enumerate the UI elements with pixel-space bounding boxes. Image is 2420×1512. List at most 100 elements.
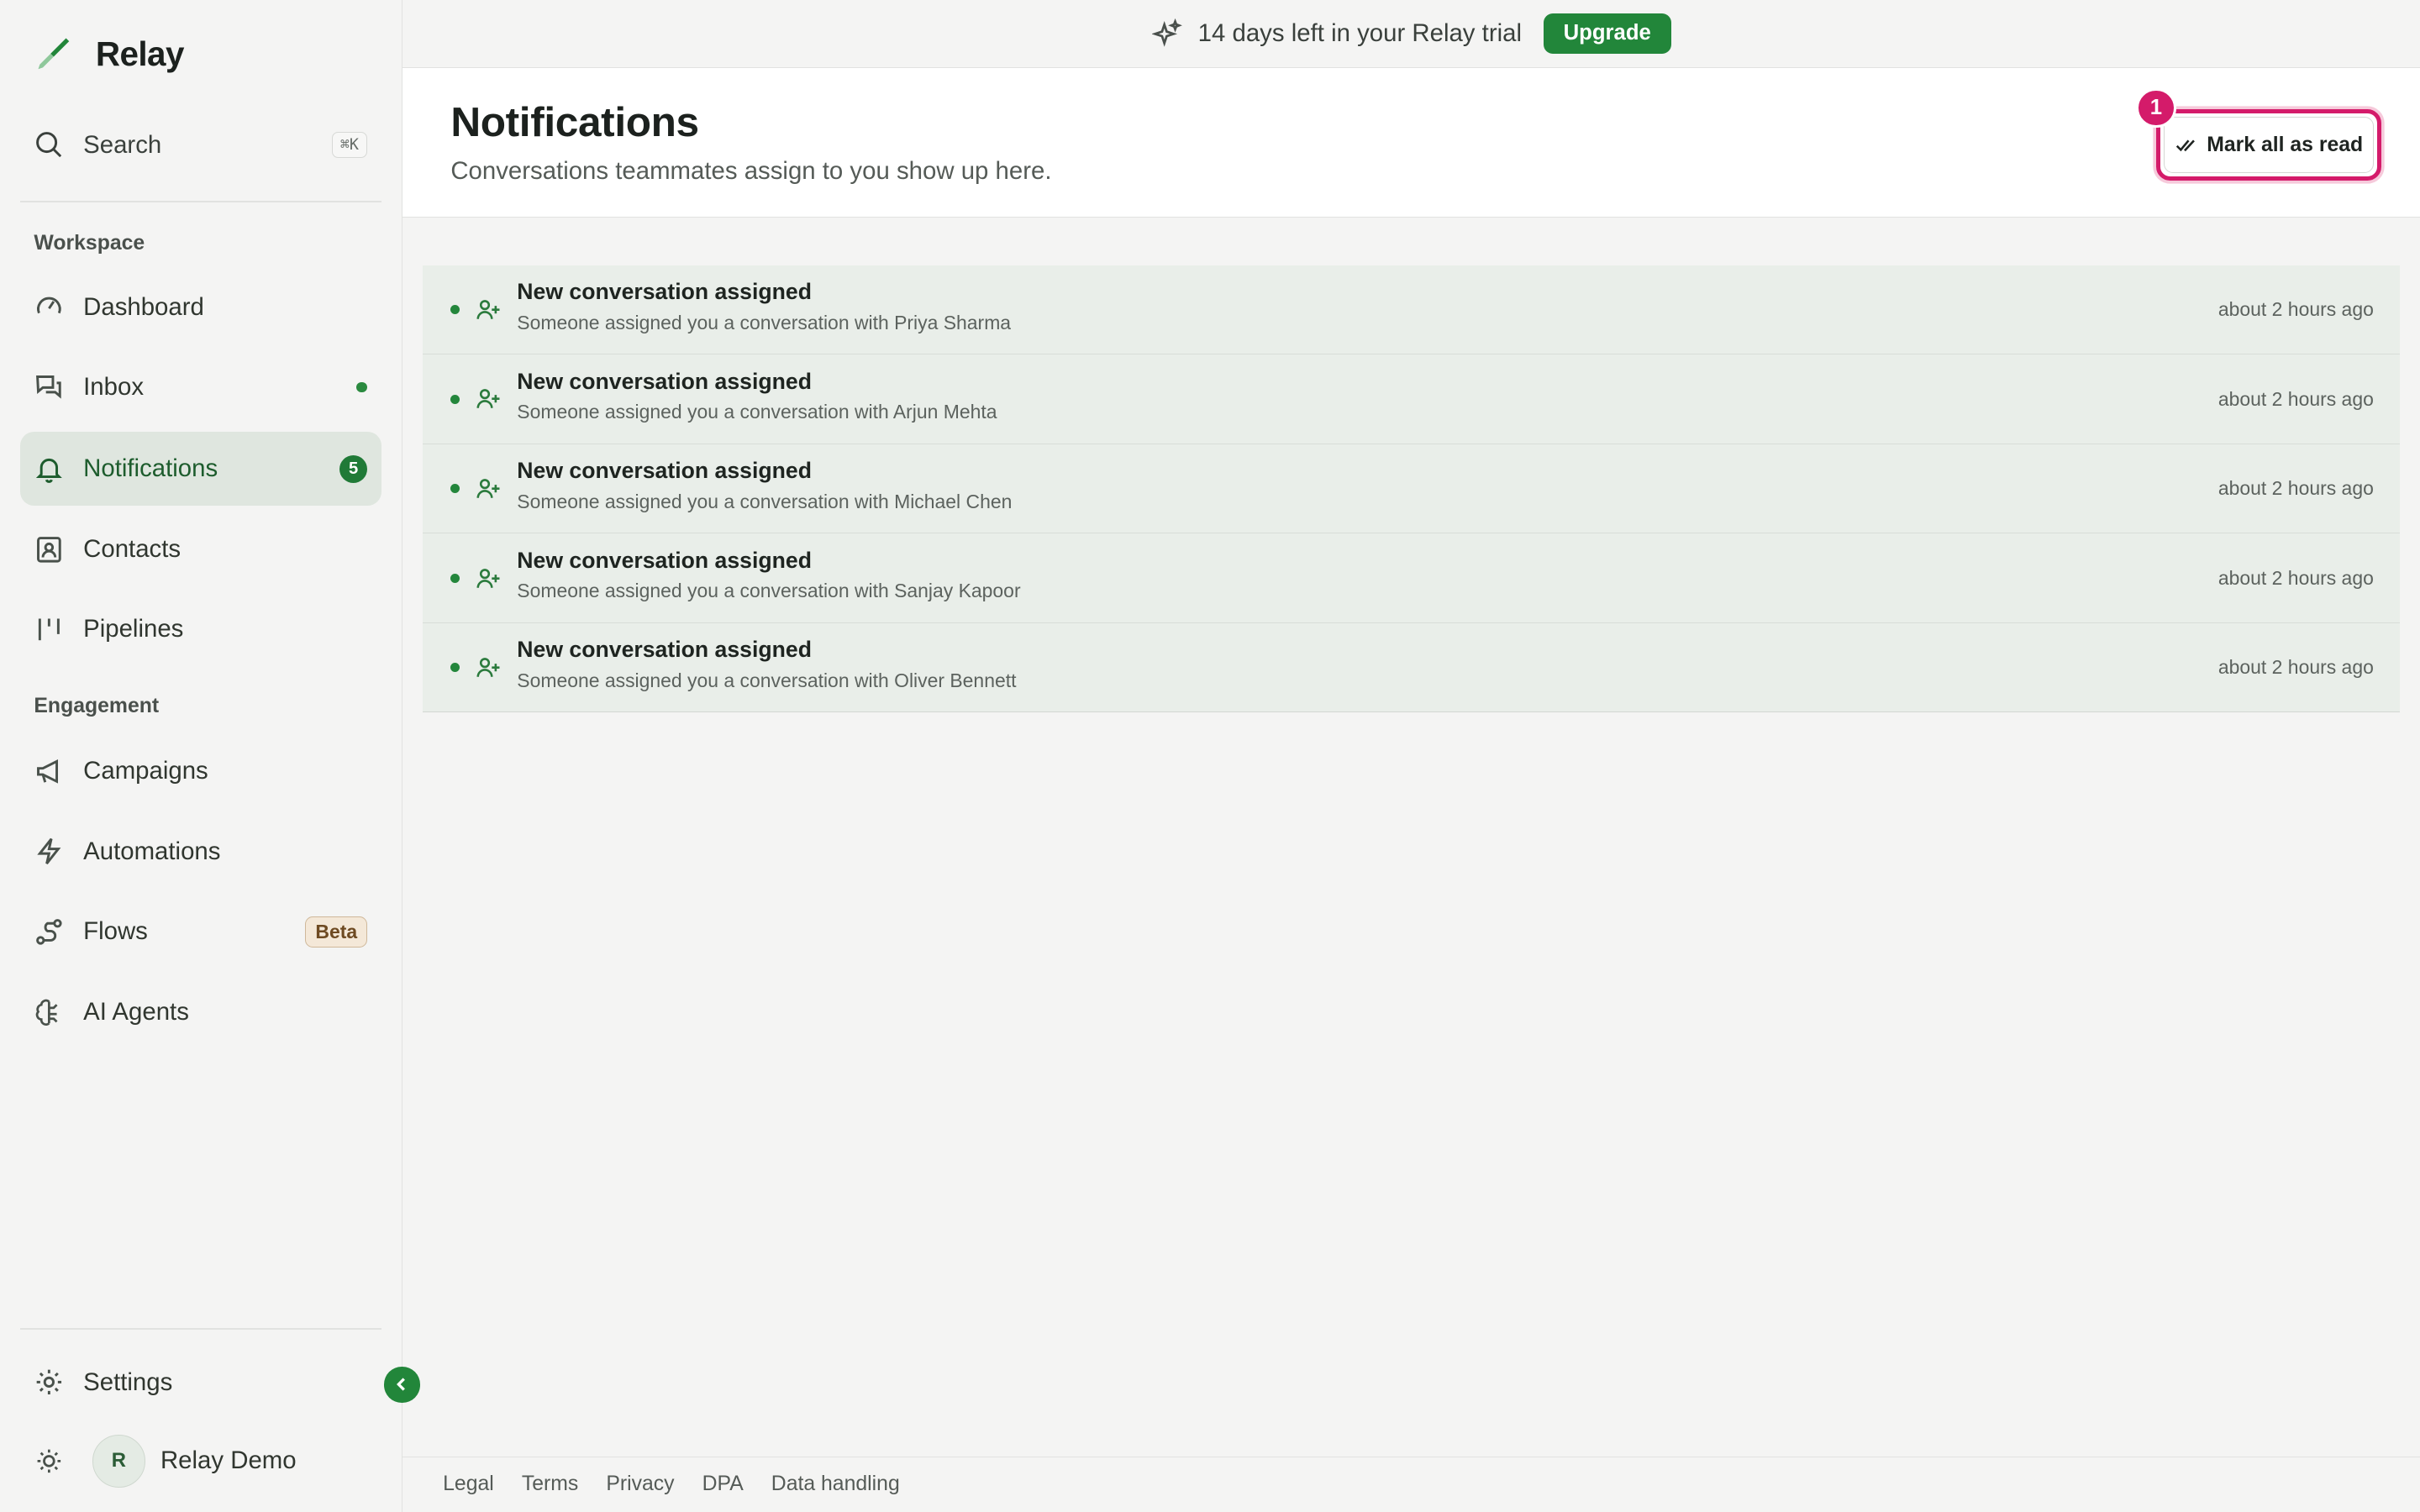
page-title: Notifications (450, 97, 699, 145)
lightning-icon (34, 836, 65, 867)
contact-card-icon (34, 534, 65, 565)
notification-row[interactable]: New conversation assigned Someone assign… (423, 265, 2401, 355)
footer-link-dpa[interactable]: DPA (702, 1473, 744, 1496)
notification-title: New conversation assigned (517, 458, 812, 484)
sidebar-item-label: Automations (83, 837, 221, 865)
section-label-workspace: Workspace (34, 231, 145, 255)
unread-dot (450, 573, 460, 583)
notification-description: Someone assigned you a conversation with… (517, 311, 1012, 333)
sidebar-item-automations[interactable]: Automations (20, 815, 381, 889)
sidebar: Relay Search ⌘K Workspace Dashboard Inbo… (0, 0, 403, 1512)
megaphone-icon (34, 756, 65, 787)
user-plus-icon (476, 476, 500, 501)
sidebar-item-pipelines[interactable]: Pipelines (20, 592, 381, 666)
upgrade-button[interactable]: Upgrade (1543, 13, 1671, 54)
sidebar-item-label: Contacts (83, 534, 182, 563)
mark-all-label: Mark all as read (2207, 133, 2364, 156)
chat-bubbles-icon (34, 372, 65, 403)
chevron-left-icon (392, 1375, 411, 1394)
mark-all-as-read-button[interactable]: Mark all as read (2163, 117, 2375, 174)
app-name: Relay (95, 34, 185, 73)
notification-row[interactable]: New conversation assigned Someone assign… (423, 444, 2401, 534)
user-menu[interactable]: R Relay Demo (34, 1435, 297, 1488)
section-label-engagement: Engagement (34, 694, 160, 717)
footer-link-legal[interactable]: Legal (443, 1473, 494, 1496)
unread-dot (450, 484, 460, 494)
notification-description: Someone assigned you a conversation with… (517, 580, 1021, 602)
sidebar-bottom-divider (19, 1328, 381, 1331)
mark-all-highlight: Mark all as read (2155, 109, 2382, 181)
pipeline-columns-icon (34, 614, 65, 645)
notification-time: about 2 hours ago (2217, 387, 2374, 410)
notification-time: about 2 hours ago (2217, 656, 2374, 679)
notification-text: New conversation assigned Someone assign… (517, 458, 1012, 512)
collapse-sidebar-button[interactable] (384, 1367, 420, 1403)
user-plus-icon (476, 386, 500, 411)
unread-dot (450, 394, 460, 404)
notification-title: New conversation assigned (517, 279, 812, 305)
search-label: Search (83, 130, 162, 159)
sidebar-item-inbox[interactable]: Inbox (20, 350, 381, 424)
notification-time: about 2 hours ago (2217, 298, 2374, 321)
trial-banner: 14 days left in your Relay trial Upgrade (402, 0, 2420, 68)
notification-row[interactable]: New conversation assigned Someone assign… (423, 533, 2401, 623)
footer-link-terms[interactable]: Terms (522, 1473, 578, 1496)
footer: Legal Terms Privacy DPA Data handling (402, 1456, 2420, 1512)
sidebar-item-settings[interactable]: Settings (34, 1367, 172, 1398)
sidebar-item-label: Flows (83, 917, 148, 946)
sidebar-item-label: Campaigns (83, 757, 208, 785)
sidebar-item-label: AI Agents (83, 997, 189, 1026)
search-shortcut: ⌘K (331, 132, 368, 158)
gauge-icon (34, 291, 65, 323)
gear-icon (34, 1367, 65, 1398)
step-badge: 1 (2135, 87, 2176, 129)
sidebar-item-label: Inbox (83, 373, 145, 401)
notification-text: New conversation assigned Someone assign… (517, 637, 1016, 691)
double-check-icon (2175, 134, 2196, 156)
brain-icon (34, 997, 65, 1028)
brand[interactable]: Relay (34, 34, 185, 74)
sidebar-item-dashboard[interactable]: Dashboard (20, 270, 381, 344)
theme-toggle-sun-icon[interactable] (34, 1446, 65, 1477)
sidebar-divider (19, 200, 381, 202)
notification-title: New conversation assigned (517, 637, 812, 663)
notifications-list: New conversation assigned Someone assign… (423, 265, 2401, 713)
notification-row[interactable]: New conversation assigned Someone assign… (423, 622, 2401, 713)
user-name: Relay Demo (160, 1446, 297, 1475)
footer-link-privacy[interactable]: Privacy (606, 1473, 674, 1496)
notifications-count-badge: 5 (339, 454, 368, 483)
trial-text: 14 days left in your Relay trial (1197, 18, 1522, 47)
notification-text: New conversation assigned Someone assign… (517, 548, 1020, 602)
user-plus-icon (476, 566, 500, 591)
notification-time: about 2 hours ago (2217, 566, 2374, 589)
user-plus-icon (476, 297, 500, 322)
sidebar-item-label: Notifications (83, 454, 218, 483)
search-button[interactable]: Search ⌘K (34, 123, 368, 166)
footer-link-data-handling[interactable]: Data handling (771, 1473, 900, 1496)
notification-description: Someone assigned you a conversation with… (517, 401, 997, 423)
notification-time: about 2 hours ago (2217, 477, 2374, 500)
search-icon (34, 129, 65, 160)
sidebar-item-ai-agents[interactable]: AI Agents (20, 975, 381, 1049)
sidebar-item-label: Pipelines (83, 615, 184, 643)
sidebar-item-label: Dashboard (83, 292, 204, 321)
page-header: Notifications Conversations teammates as… (402, 67, 2420, 218)
notification-row[interactable]: New conversation assigned Someone assign… (423, 354, 2401, 444)
sidebar-item-campaigns[interactable]: Campaigns (20, 734, 381, 808)
avatar: R (92, 1435, 145, 1488)
inbox-unread-indicator (356, 381, 368, 393)
notification-title: New conversation assigned (517, 547, 812, 573)
flow-nodes-icon (34, 916, 65, 948)
unread-dot (450, 305, 460, 315)
sidebar-item-notifications[interactable]: Notifications 5 (19, 432, 381, 507)
bell-icon (34, 454, 65, 485)
sidebar-item-contacts[interactable]: Contacts (20, 512, 381, 586)
user-plus-icon (476, 655, 500, 680)
sidebar-item-flows[interactable]: Flows Beta (20, 895, 381, 969)
notification-description: Someone assigned you a conversation with… (517, 490, 1013, 512)
notification-text: New conversation assigned Someone assign… (517, 369, 997, 423)
page-subtitle: Conversations teammates assign to you sh… (450, 157, 1052, 186)
beta-badge: Beta (305, 916, 368, 948)
settings-label: Settings (83, 1368, 173, 1396)
notification-description: Someone assigned you a conversation with… (517, 669, 1017, 691)
